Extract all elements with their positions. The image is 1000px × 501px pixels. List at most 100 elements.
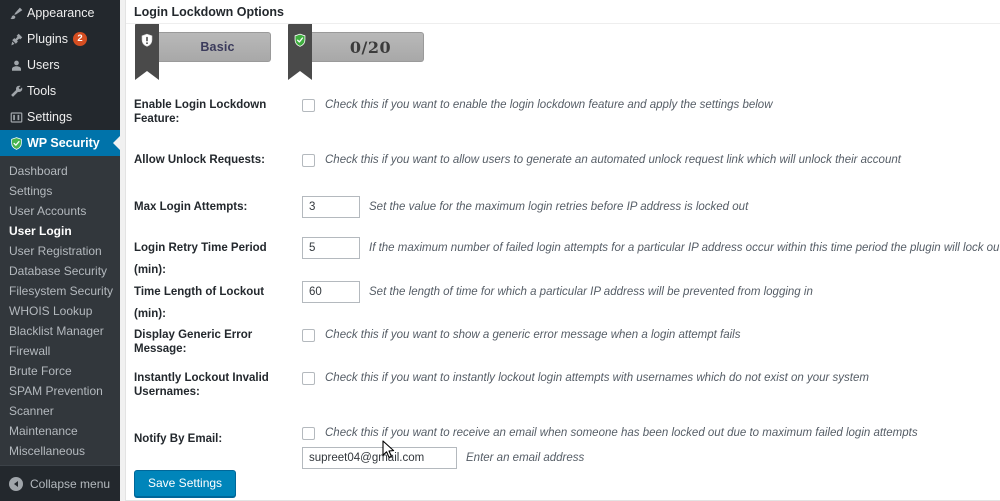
row-max-login-attempts: Max Login Attempts: Set the value for th…	[126, 196, 1000, 218]
row-field: Check this if you want to allow users to…	[302, 153, 1000, 167]
sidebar-subitem-filesystem-security[interactable]: Filesystem Security	[0, 281, 120, 301]
notify-email-description: Enter an email address	[466, 452, 585, 464]
ribbon-tail	[135, 23, 159, 80]
sidebar-subitem-blacklist-manager[interactable]: Blacklist Manager	[0, 321, 120, 341]
sidebar-subitem-user-accounts[interactable]: User Accounts	[0, 201, 120, 221]
notify-email-input[interactable]	[302, 447, 457, 469]
sidebar-item-label: Tools	[27, 84, 57, 98]
notify-by-email-checkbox[interactable]	[302, 427, 315, 440]
sidebar-item-settings[interactable]: Settings	[0, 104, 120, 130]
instantly-lockout-invalid-usernames-checkbox[interactable]	[302, 372, 315, 385]
ribbon-body: Basic	[157, 32, 271, 62]
row-label: Display Generic Error Message:	[134, 329, 253, 355]
row-instantly-lockout-invalid-usernames: Instantly Lockout Invalid Usernames: Che…	[126, 371, 1000, 399]
row-label: Login Retry Time Period (min):	[134, 242, 267, 276]
sidebar-subitem-dashboard[interactable]: Dashboard	[0, 161, 120, 181]
shield-check-icon	[9, 135, 27, 151]
tools-wrench-icon	[9, 83, 27, 99]
sidebar-subitem-spam-prevention[interactable]: SPAM Prevention	[0, 381, 120, 401]
sidebar-item-plugins[interactable]: Plugins 2	[0, 26, 120, 52]
max-login-attempts-input[interactable]	[302, 196, 360, 218]
row-description: If the maximum number of failed login at…	[369, 242, 1000, 254]
basic-level-label: Basic	[200, 40, 235, 54]
allow-unlock-requests-checkbox[interactable]	[302, 154, 315, 167]
shield-green-check-icon	[294, 33, 307, 53]
sidebar-subitem-database-security[interactable]: Database Security	[0, 261, 120, 281]
row-label: Enable Login Lockdown Feature:	[134, 99, 267, 125]
sidebar-top-menu: Appearance Plugins 2 Users Tools Setting…	[0, 0, 120, 156]
row-field: Check this if you want to receive an ema…	[302, 426, 1000, 469]
sidebar-item-users[interactable]: Users	[0, 52, 120, 78]
sidebar-item-label: Appearance	[27, 6, 95, 20]
plugins-update-badge: 2	[73, 32, 87, 46]
row-label: Max Login Attempts:	[134, 201, 248, 213]
sidebar-subitem-maintenance[interactable]: Maintenance	[0, 421, 120, 441]
row-label: Time Length of Lockout (min):	[134, 286, 265, 320]
row-label: Allow Unlock Requests:	[134, 154, 265, 166]
display-generic-error-message-checkbox[interactable]	[302, 329, 315, 342]
row-description: Set the value for the maximum login retr…	[369, 201, 749, 213]
sidebar-subitem-user-registration[interactable]: User Registration	[0, 241, 120, 261]
sidebar-item-appearance[interactable]: Appearance	[0, 0, 120, 26]
sidebar-subitem-miscellaneous[interactable]: Miscellaneous	[0, 441, 120, 461]
row-description: Check this if you want to instantly lock…	[325, 372, 869, 384]
sidebar-item-label: Settings	[27, 110, 73, 124]
notify-checkbox-line: Check this if you want to receive an ema…	[302, 426, 918, 440]
notify-email-line: Enter an email address	[302, 447, 584, 469]
sidebar-subitem-scanner[interactable]: Scanner	[0, 401, 120, 421]
login-retry-time-period-input[interactable]	[302, 237, 360, 259]
save-settings-button[interactable]: Save Settings	[134, 470, 237, 497]
sidebar-item-label: WP Security	[27, 136, 100, 150]
row-field: Check this if you want to instantly lock…	[302, 371, 1000, 385]
row-enable-login-lockdown: Enable Login Lockdown Feature: Check thi…	[126, 98, 1000, 126]
sidebar-subitem-firewall[interactable]: Firewall	[0, 341, 120, 361]
row-field: Set the value for the maximum login retr…	[302, 196, 1000, 218]
appearance-brush-icon	[9, 5, 27, 21]
security-score-label: 0/20	[349, 37, 392, 57]
users-person-icon	[9, 57, 27, 73]
row-login-retry-time-period: Login Retry Time Period (min): If the ma…	[126, 237, 1000, 281]
row-label: Instantly Lockout Invalid Usernames:	[134, 372, 269, 398]
sidebar-item-tools[interactable]: Tools	[0, 78, 120, 104]
save-settings-wrap: Save Settings	[126, 470, 1000, 497]
basic-level-badge[interactable]: Basic	[135, 23, 271, 80]
sidebar-item-wp-security[interactable]: WP Security	[0, 130, 120, 156]
row-description: Set the length of time for which a parti…	[369, 286, 813, 298]
collapse-menu-button[interactable]: Collapse menu	[0, 465, 120, 501]
row-description: Check this if you want to allow users to…	[325, 154, 901, 166]
row-description: Check this if you want to show a generic…	[325, 329, 741, 341]
security-score-badge[interactable]: 0/20	[288, 23, 424, 80]
enable-login-lockdown-checkbox[interactable]	[302, 99, 315, 112]
plugins-plug-icon	[9, 31, 27, 47]
ribbon-body: 0/20	[310, 32, 424, 62]
row-time-length-of-lockout: Time Length of Lockout (min): Set the le…	[126, 281, 1000, 325]
row-notify-by-email: Notify By Email: Check this if you want …	[126, 426, 1000, 469]
sidebar-item-label: Users	[27, 58, 60, 72]
row-label: Notify By Email:	[134, 433, 223, 445]
wp-admin-screen: Appearance Plugins 2 Users Tools Setting…	[0, 0, 1000, 501]
security-badges: Basic 0/20	[126, 23, 1000, 90]
collapse-menu-label: Collapse menu	[30, 476, 111, 491]
ribbon-tail	[288, 23, 312, 80]
shield-gray-icon	[141, 33, 154, 53]
sidebar-subitem-whois-lookup[interactable]: WHOIS Lookup	[0, 301, 120, 321]
row-display-generic-error-message: Display Generic Error Message: Check thi…	[126, 328, 1000, 356]
active-pointer	[113, 135, 120, 151]
wp-security-submenu: Dashboard Settings User Accounts User Lo…	[0, 156, 120, 467]
sidebar-item-label: Plugins	[27, 32, 68, 46]
sidebar-subitem-user-login[interactable]: User Login	[0, 221, 120, 241]
admin-sidebar: Appearance Plugins 2 Users Tools Setting…	[0, 0, 120, 501]
time-length-of-lockout-input[interactable]	[302, 281, 360, 303]
row-field: If the maximum number of failed login at…	[302, 237, 1000, 259]
panel-header: Login Lockdown Options	[126, 0, 1000, 24]
sidebar-subitem-brute-force[interactable]: Brute Force	[0, 361, 120, 381]
page-title: Login Lockdown Options	[134, 4, 284, 19]
row-field: Check this if you want to enable the log…	[302, 98, 1000, 112]
settings-sliders-icon	[9, 109, 27, 125]
row-field: Set the length of time for which a parti…	[302, 281, 1000, 303]
main-content: Login Lockdown Options Basic 0/20 Enable…	[120, 0, 1000, 501]
collapse-arrow-icon	[9, 476, 23, 491]
row-description: Check this if you want to receive an ema…	[325, 427, 918, 439]
sidebar-subitem-settings[interactable]: Settings	[0, 181, 120, 201]
row-allow-unlock-requests: Allow Unlock Requests: Check this if you…	[126, 153, 1000, 167]
